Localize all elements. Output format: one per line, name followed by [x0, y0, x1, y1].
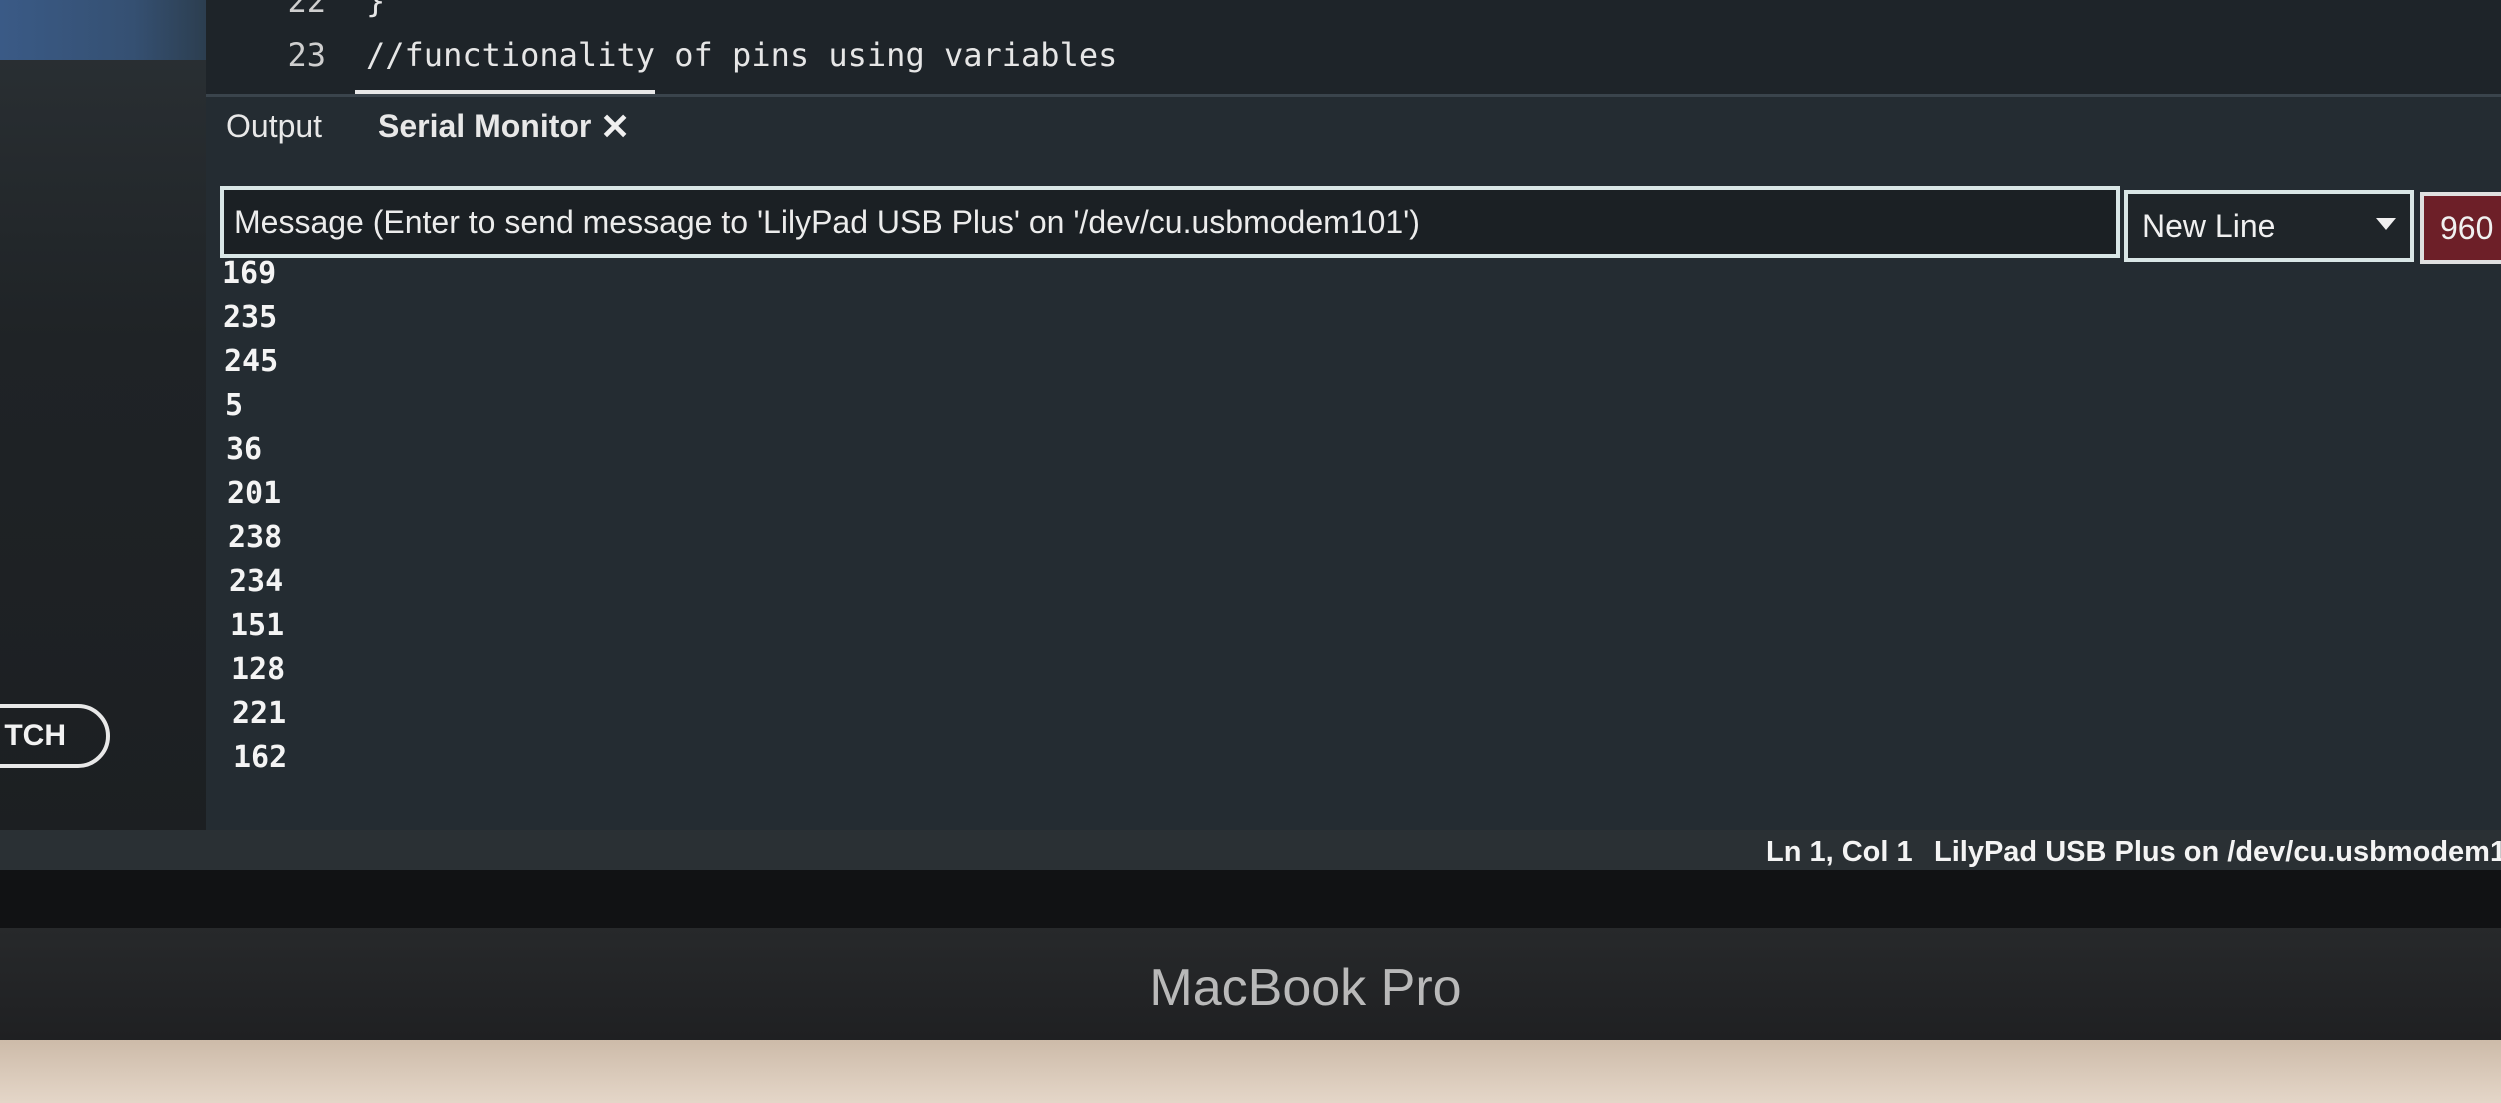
serial-line: 151	[230, 608, 285, 643]
line-code: }	[366, 0, 386, 20]
line-ending-select[interactable]: New Line	[2124, 190, 2414, 262]
cursor-position[interactable]: Ln 1, Col 1	[1766, 836, 1913, 869]
close-icon[interactable]: ✕	[600, 106, 630, 148]
serial-line: 201	[227, 476, 282, 511]
serial-line: 234	[229, 564, 284, 599]
line-code: //functionality of pins using variables	[366, 36, 1118, 74]
line-ending-value: New Line	[2142, 208, 2276, 244]
sketch-action-button[interactable]: TCH	[0, 704, 110, 768]
serial-message-input[interactable]	[220, 186, 2120, 258]
panel-divider[interactable]	[206, 94, 2501, 97]
line-number: 23	[287, 36, 326, 74]
tab-output[interactable]: Output	[226, 108, 322, 145]
code-editor[interactable]: 22 } 23 //functionality of pins using va…	[206, 0, 2501, 100]
sidebar-header	[0, 0, 222, 60]
line-number: 22	[287, 0, 326, 20]
serial-line: 169	[222, 256, 277, 291]
active-tab-indicator	[355, 90, 655, 94]
screen-bezel	[0, 870, 2501, 930]
serial-line: 221	[232, 696, 287, 731]
serial-line: 128	[231, 652, 286, 687]
tab-serial-monitor[interactable]: Serial Monitor	[378, 108, 591, 145]
serial-line: 238	[228, 520, 283, 555]
serial-line: 245	[224, 344, 279, 379]
ide-window: TCH 22 } 23 //functionality of pins usin…	[0, 0, 2501, 1103]
laptop-base	[0, 1040, 2501, 1103]
serial-line: 5	[225, 388, 244, 423]
serial-line: 235	[223, 300, 278, 335]
chevron-down-icon	[2376, 218, 2396, 230]
baud-rate-select[interactable]: 960	[2420, 192, 2501, 264]
serial-line: 36	[226, 432, 263, 467]
device-label: MacBook Pro	[1149, 959, 1462, 1017]
serial-line: 162	[233, 740, 288, 775]
board-port-status[interactable]: LilyPad USB Plus on /dev/cu.usbmodem101	[1934, 836, 2501, 869]
